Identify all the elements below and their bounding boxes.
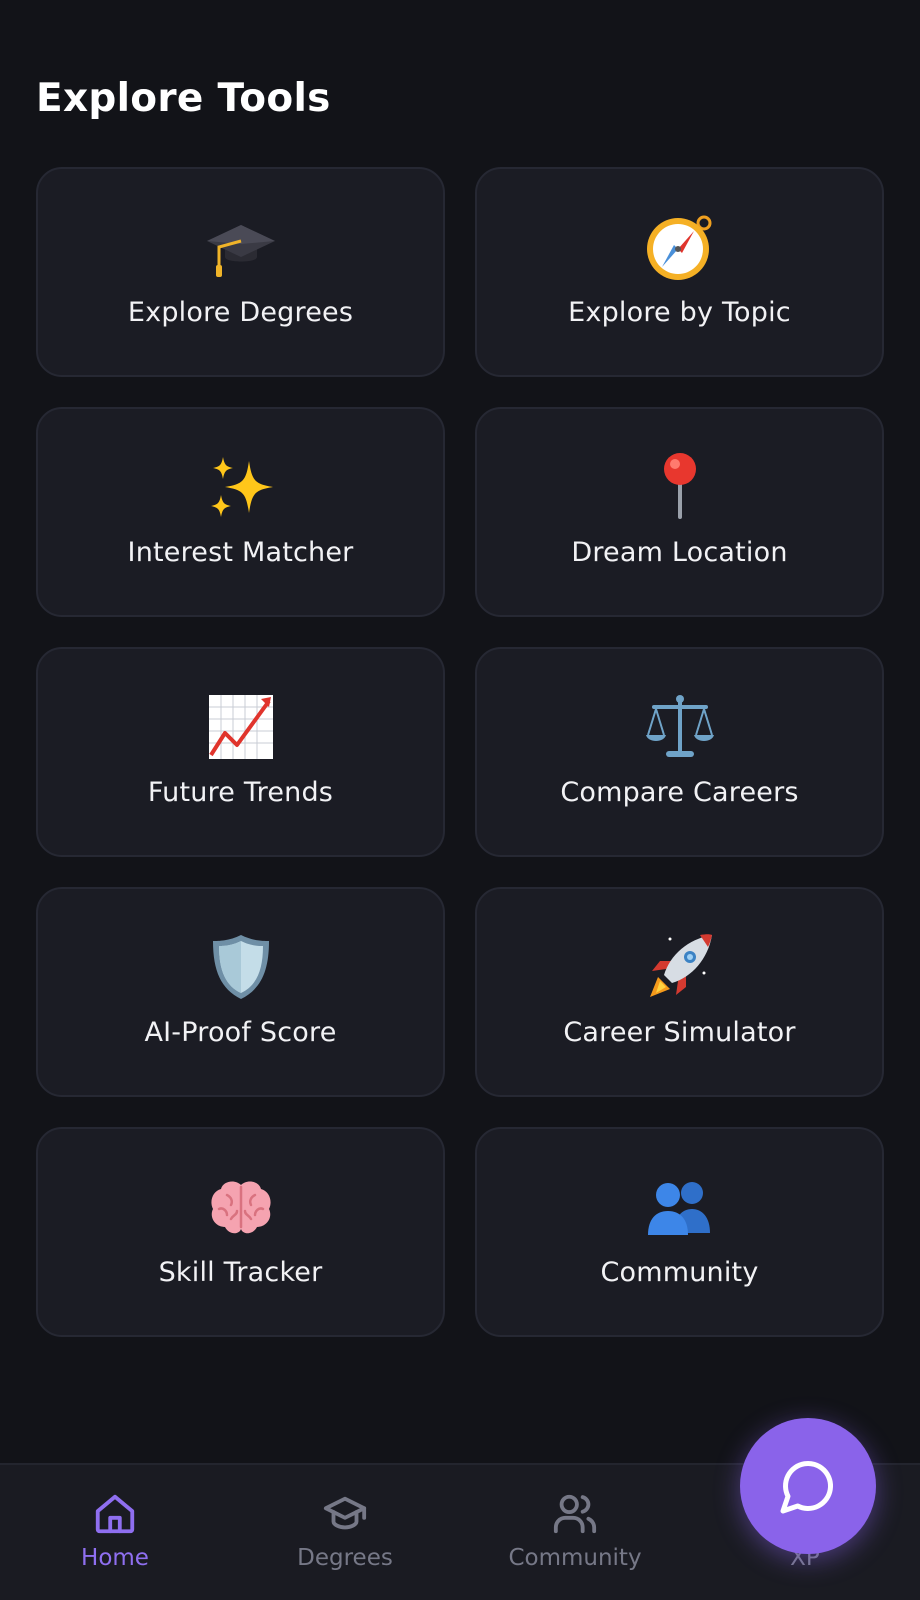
tool-card-future-trends[interactable]: Future Trends — [36, 647, 445, 857]
tool-card-skill-tracker[interactable]: Skill Tracker — [36, 1127, 445, 1337]
explore-tools-screen: Explore Tools Explore Degrees Explore by… — [0, 0, 920, 1600]
tool-card-label: Dream Location — [571, 537, 788, 568]
compass-icon — [644, 211, 716, 283]
tool-card-ai-proof-score[interactable]: AI-Proof Score — [36, 887, 445, 1097]
brain-icon — [205, 1171, 277, 1243]
nav-item-degrees[interactable]: Degrees — [230, 1465, 460, 1600]
tool-card-label: Compare Careers — [560, 777, 799, 808]
graduation-cap-icon — [205, 211, 277, 283]
tool-card-label: Explore Degrees — [127, 297, 354, 328]
tool-card-compare-careers[interactable]: Compare Careers — [475, 647, 884, 857]
section-title: Explore Tools — [36, 76, 331, 121]
nav-label: Community — [508, 1545, 642, 1571]
nav-item-community[interactable]: Community — [460, 1465, 690, 1600]
tool-card-label: Interest Matcher — [127, 537, 354, 568]
users-icon — [550, 1489, 600, 1539]
chart-increasing-icon — [205, 691, 277, 763]
nav-label: Home — [81, 1545, 149, 1571]
rocket-icon — [644, 931, 716, 1003]
people-icon — [644, 1171, 716, 1243]
home-icon — [90, 1489, 140, 1539]
nav-item-home[interactable]: Home — [0, 1465, 230, 1600]
tool-card-explore-by-topic[interactable]: Explore by Topic — [475, 167, 884, 377]
tool-card-label: Career Simulator — [563, 1017, 796, 1048]
tool-card-label: Future Trends — [147, 777, 334, 808]
balance-scale-icon — [644, 691, 716, 763]
chat-fab-button[interactable] — [740, 1418, 876, 1554]
graduation-cap-outline-icon — [320, 1489, 370, 1539]
tool-card-label: Explore by Topic — [568, 297, 791, 328]
sparkles-icon — [205, 451, 277, 523]
tool-card-label: Skill Tracker — [158, 1257, 323, 1288]
shield-icon — [205, 931, 277, 1003]
nav-label: Degrees — [297, 1545, 393, 1571]
tool-card-label: AI-Proof Score — [144, 1017, 337, 1048]
tool-card-label: Community — [600, 1257, 759, 1288]
tool-card-dream-location[interactable]: Dream Location — [475, 407, 884, 617]
tool-card-career-simulator[interactable]: Career Simulator — [475, 887, 884, 1097]
tool-card-interest-matcher[interactable]: Interest Matcher — [36, 407, 445, 617]
tool-card-community[interactable]: Community — [475, 1127, 884, 1337]
round-pushpin-icon — [644, 451, 716, 523]
chat-bubble-icon — [780, 1460, 834, 1514]
tool-card-explore-degrees[interactable]: Explore Degrees — [36, 167, 445, 377]
tools-grid: Explore Degrees Explore by Topic Interes… — [36, 167, 884, 1337]
